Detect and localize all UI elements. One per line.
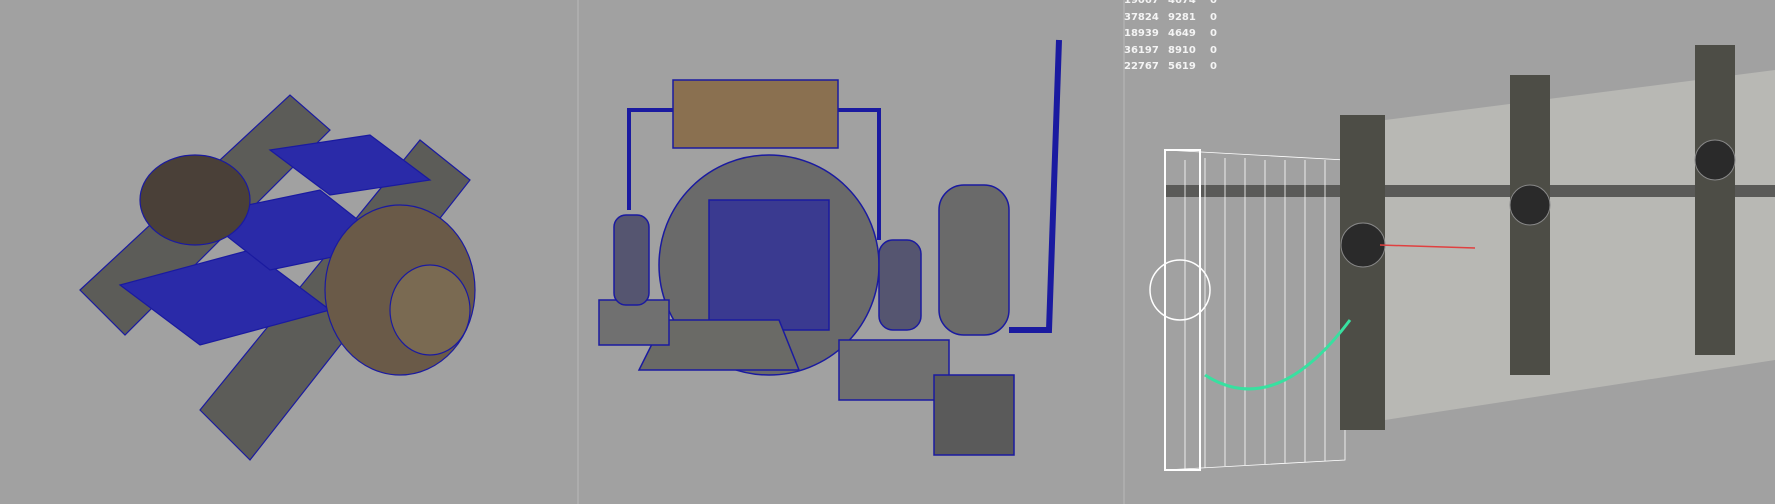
stat-value: 9281 (1168, 11, 1196, 23)
treadmill-model (79, 94, 476, 461)
stats-row: 18939 4649 0 (1124, 26, 1217, 43)
stat-value: 0 (1210, 61, 1217, 73)
stats-row: 37824 9281 0 (1124, 10, 1217, 27)
stat-value: 36197 (1124, 44, 1159, 56)
stat-value: 19067 (1124, 0, 1159, 6)
stat-value: 5619 (1168, 61, 1196, 73)
stats-row: 19067 4674 0 (1124, 0, 1217, 10)
viewport-middle[interactable] (579, 0, 1123, 504)
stat-value: 4674 (1168, 0, 1196, 6)
wall-pillar-model (1149, 45, 1775, 471)
stats-row: 22767 5619 0 (1124, 59, 1217, 76)
stat-value: 0 (1210, 0, 1217, 6)
stat-value: 8910 (1168, 44, 1196, 56)
stat-value: 0 (1210, 28, 1217, 40)
viewport-right[interactable] (1125, 0, 1775, 504)
stat-value: 37824 (1124, 11, 1159, 23)
viewport-left[interactable] (0, 0, 577, 504)
poly-count-readout: 19067 4674 0 37824 9281 0 18939 4649 0 36197 89… (1124, 0, 1217, 76)
stat-value: 0 (1210, 44, 1217, 56)
stats-row: 36197 8910 0 (1124, 43, 1217, 60)
stat-value: 0 (1210, 11, 1217, 23)
machine-model (598, 39, 1062, 456)
stat-value: 18939 (1124, 28, 1159, 40)
stat-value: 4649 (1168, 28, 1196, 40)
stat-value: 22767 (1124, 61, 1159, 73)
